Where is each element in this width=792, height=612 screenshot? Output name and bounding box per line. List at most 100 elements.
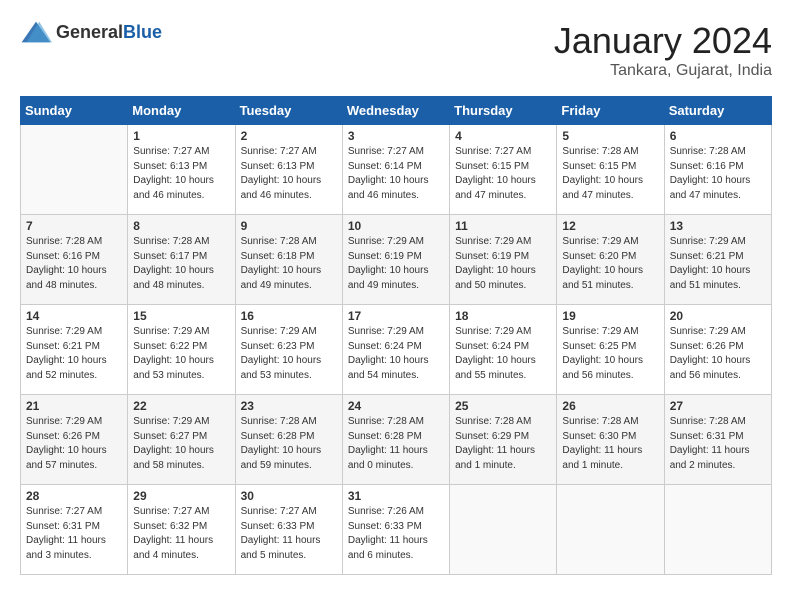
calendar-week-row: 7 Sunrise: 7:28 AM Sunset: 6:16 PM Daylig… bbox=[21, 215, 772, 305]
calendar-week-row: 14 Sunrise: 7:29 AM Sunset: 6:21 PM Dayli… bbox=[21, 305, 772, 395]
day-number: 14 bbox=[26, 309, 122, 323]
calendar-cell: 21 Sunrise: 7:29 AM Sunset: 6:26 PM Dayli… bbox=[21, 395, 128, 485]
calendar-table: SundayMondayTuesdayWednesdayThursdayFrid… bbox=[20, 96, 772, 575]
day-info: Sunrise: 7:28 AM Sunset: 6:18 PM Dayligh… bbox=[241, 235, 337, 293]
day-number: 3 bbox=[348, 129, 444, 143]
day-info: Sunrise: 7:28 AM Sunset: 6:16 PM Dayligh… bbox=[26, 235, 122, 293]
calendar-cell: 16 Sunrise: 7:29 AM Sunset: 6:23 PM Dayli… bbox=[235, 305, 342, 395]
calendar-cell: 7 Sunrise: 7:28 AM Sunset: 6:16 PM Daylig… bbox=[21, 215, 128, 305]
calendar-header: SundayMondayTuesdayWednesdayThursdayFrid… bbox=[21, 97, 772, 125]
day-info: Sunrise: 7:28 AM Sunset: 6:29 PM Dayligh… bbox=[455, 415, 551, 473]
logo-icon bbox=[20, 20, 52, 44]
day-number: 10 bbox=[348, 219, 444, 233]
calendar-cell: 2 Sunrise: 7:27 AM Sunset: 6:13 PM Daylig… bbox=[235, 125, 342, 215]
day-info: Sunrise: 7:26 AM Sunset: 6:33 PM Dayligh… bbox=[348, 505, 444, 563]
calendar-cell: 8Sunrise: 7:28 AM Sunset: 6:17 PM Daylig… bbox=[128, 215, 235, 305]
day-info: Sunrise: 7:29 AM Sunset: 6:20 PM Dayligh… bbox=[562, 235, 658, 293]
day-number: 18 bbox=[455, 309, 551, 323]
day-number: 13 bbox=[670, 219, 766, 233]
day-number: 12 bbox=[562, 219, 658, 233]
day-number: 9 bbox=[241, 219, 337, 233]
day-info: Sunrise: 7:28 AM Sunset: 6:28 PM Dayligh… bbox=[241, 415, 337, 473]
calendar-cell: 31 Sunrise: 7:26 AM Sunset: 6:33 PM Dayli… bbox=[342, 485, 449, 575]
title-section: January 2024 Tankara, Gujarat, India bbox=[554, 20, 772, 80]
day-number: 28 bbox=[26, 489, 122, 503]
day-info: Sunrise: 7:28 AM Sunset: 6:31 PM Dayligh… bbox=[670, 415, 766, 473]
day-number: 6 bbox=[670, 129, 766, 143]
day-info: Sunrise: 7:27 AM Sunset: 6:31 PM Dayligh… bbox=[26, 505, 122, 563]
day-number: 31 bbox=[348, 489, 444, 503]
day-info: Sunrise: 7:29 AM Sunset: 6:27 PM Dayligh… bbox=[133, 415, 229, 473]
calendar-cell bbox=[557, 485, 664, 575]
calendar-cell: 6 Sunrise: 7:28 AM Sunset: 6:16 PM Daylig… bbox=[664, 125, 771, 215]
calendar-cell: 18 Sunrise: 7:29 AM Sunset: 6:24 PM Dayli… bbox=[450, 305, 557, 395]
calendar-cell: 28 Sunrise: 7:27 AM Sunset: 6:31 PM Dayli… bbox=[21, 485, 128, 575]
day-number: 5 bbox=[562, 129, 658, 143]
day-info: Sunrise: 7:28 AM Sunset: 6:30 PM Dayligh… bbox=[562, 415, 658, 473]
day-number: 2 bbox=[241, 129, 337, 143]
calendar-cell: 23Sunrise: 7:28 AM Sunset: 6:28 PM Dayli… bbox=[235, 395, 342, 485]
weekday-row: SundayMondayTuesdayWednesdayThursdayFrid… bbox=[21, 97, 772, 125]
logo-text: GeneralBlue bbox=[56, 22, 162, 43]
day-info: Sunrise: 7:29 AM Sunset: 6:26 PM Dayligh… bbox=[26, 415, 122, 473]
calendar-cell: 25 Sunrise: 7:28 AM Sunset: 6:29 PM Dayli… bbox=[450, 395, 557, 485]
day-number: 1 bbox=[133, 129, 229, 143]
calendar-cell: 15Sunrise: 7:29 AM Sunset: 6:22 PM Dayli… bbox=[128, 305, 235, 395]
calendar-cell: 22 Sunrise: 7:29 AM Sunset: 6:27 PM Dayli… bbox=[128, 395, 235, 485]
calendar-cell: 13 Sunrise: 7:29 AM Sunset: 6:21 PM Dayli… bbox=[664, 215, 771, 305]
calendar-cell: 14 Sunrise: 7:29 AM Sunset: 6:21 PM Dayli… bbox=[21, 305, 128, 395]
logo-blue: Blue bbox=[123, 22, 162, 42]
day-info: Sunrise: 7:29 AM Sunset: 6:21 PM Dayligh… bbox=[26, 325, 122, 383]
calendar-cell: 4Sunrise: 7:27 AM Sunset: 6:15 PM Daylig… bbox=[450, 125, 557, 215]
calendar-cell: 11Sunrise: 7:29 AM Sunset: 6:19 PM Dayli… bbox=[450, 215, 557, 305]
weekday-header: Wednesday bbox=[342, 97, 449, 125]
day-info: Sunrise: 7:29 AM Sunset: 6:24 PM Dayligh… bbox=[348, 325, 444, 383]
day-number: 16 bbox=[241, 309, 337, 323]
calendar-cell bbox=[450, 485, 557, 575]
calendar-week-row: 21 Sunrise: 7:29 AM Sunset: 6:26 PM Dayli… bbox=[21, 395, 772, 485]
day-info: Sunrise: 7:29 AM Sunset: 6:25 PM Dayligh… bbox=[562, 325, 658, 383]
day-number: 30 bbox=[241, 489, 337, 503]
calendar-week-row: 1 Sunrise: 7:27 AM Sunset: 6:13 PM Daylig… bbox=[21, 125, 772, 215]
logo-general: General bbox=[56, 22, 123, 42]
day-info: Sunrise: 7:28 AM Sunset: 6:28 PM Dayligh… bbox=[348, 415, 444, 473]
day-info: Sunrise: 7:29 AM Sunset: 6:21 PM Dayligh… bbox=[670, 235, 766, 293]
day-info: Sunrise: 7:27 AM Sunset: 6:33 PM Dayligh… bbox=[241, 505, 337, 563]
day-number: 22 bbox=[133, 399, 229, 413]
day-info: Sunrise: 7:28 AM Sunset: 6:17 PM Dayligh… bbox=[133, 235, 229, 293]
day-info: Sunrise: 7:27 AM Sunset: 6:15 PM Dayligh… bbox=[455, 145, 551, 203]
day-number: 25 bbox=[455, 399, 551, 413]
day-number: 29 bbox=[133, 489, 229, 503]
day-info: Sunrise: 7:28 AM Sunset: 6:15 PM Dayligh… bbox=[562, 145, 658, 203]
calendar-cell: 30 Sunrise: 7:27 AM Sunset: 6:33 PM Dayli… bbox=[235, 485, 342, 575]
page-header: GeneralBlue January 2024 Tankara, Gujara… bbox=[20, 20, 772, 80]
calendar-cell: 24Sunrise: 7:28 AM Sunset: 6:28 PM Dayli… bbox=[342, 395, 449, 485]
calendar-cell: 17 Sunrise: 7:29 AM Sunset: 6:24 PM Dayli… bbox=[342, 305, 449, 395]
day-number: 15 bbox=[133, 309, 229, 323]
calendar-cell: 29Sunrise: 7:27 AM Sunset: 6:32 PM Dayli… bbox=[128, 485, 235, 575]
weekday-header: Saturday bbox=[664, 97, 771, 125]
day-info: Sunrise: 7:27 AM Sunset: 6:13 PM Dayligh… bbox=[241, 145, 337, 203]
day-number: 17 bbox=[348, 309, 444, 323]
calendar-cell bbox=[664, 485, 771, 575]
weekday-header: Thursday bbox=[450, 97, 557, 125]
logo: GeneralBlue bbox=[20, 20, 162, 44]
calendar-cell: 19Sunrise: 7:29 AM Sunset: 6:25 PM Dayli… bbox=[557, 305, 664, 395]
day-info: Sunrise: 7:29 AM Sunset: 6:24 PM Dayligh… bbox=[455, 325, 551, 383]
day-info: Sunrise: 7:27 AM Sunset: 6:14 PM Dayligh… bbox=[348, 145, 444, 203]
calendar-cell bbox=[21, 125, 128, 215]
day-number: 20 bbox=[670, 309, 766, 323]
day-info: Sunrise: 7:28 AM Sunset: 6:16 PM Dayligh… bbox=[670, 145, 766, 203]
day-number: 7 bbox=[26, 219, 122, 233]
day-info: Sunrise: 7:29 AM Sunset: 6:23 PM Dayligh… bbox=[241, 325, 337, 383]
day-number: 26 bbox=[562, 399, 658, 413]
calendar-cell: 27 Sunrise: 7:28 AM Sunset: 6:31 PM Dayli… bbox=[664, 395, 771, 485]
weekday-header: Monday bbox=[128, 97, 235, 125]
day-number: 21 bbox=[26, 399, 122, 413]
day-number: 27 bbox=[670, 399, 766, 413]
calendar-cell: 10Sunrise: 7:29 AM Sunset: 6:19 PM Dayli… bbox=[342, 215, 449, 305]
calendar-cell: 26 Sunrise: 7:28 AM Sunset: 6:30 PM Dayli… bbox=[557, 395, 664, 485]
calendar-cell: 3 Sunrise: 7:27 AM Sunset: 6:14 PM Daylig… bbox=[342, 125, 449, 215]
day-info: Sunrise: 7:27 AM Sunset: 6:13 PM Dayligh… bbox=[133, 145, 229, 203]
calendar-cell: 9 Sunrise: 7:28 AM Sunset: 6:18 PM Daylig… bbox=[235, 215, 342, 305]
